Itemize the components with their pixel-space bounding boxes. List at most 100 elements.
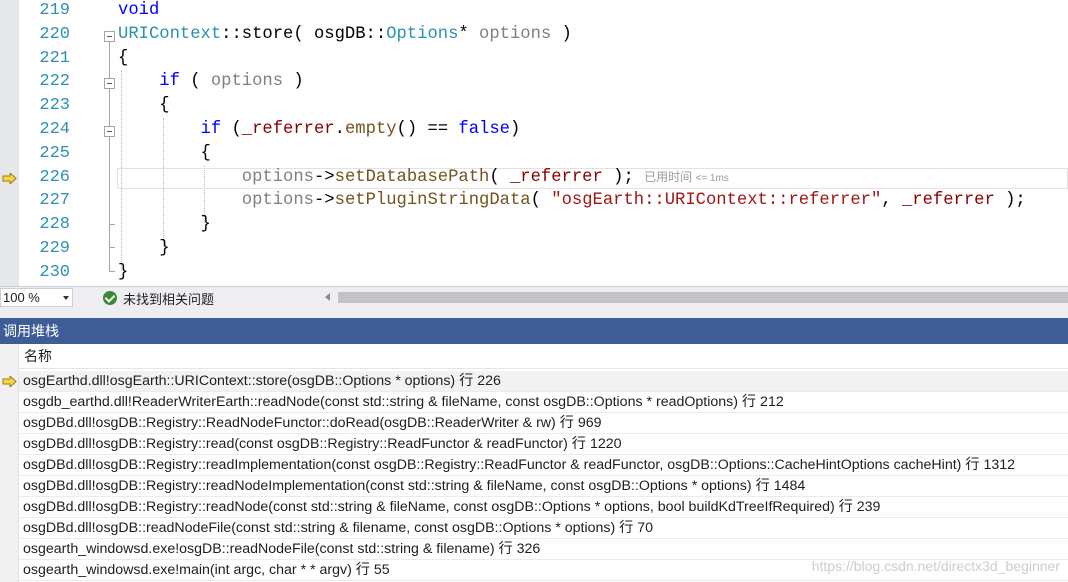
code-token: * [458, 24, 480, 44]
code-line[interactable]: 220 URIContext::store( osgDB::Options* op… [0, 24, 1068, 48]
code-token: () == [396, 120, 459, 139]
line-number: 222 [39, 72, 70, 92]
code-token: { [118, 96, 170, 116]
code-line[interactable]: 223 { [0, 95, 1068, 119]
code-line[interactable]: 226 options->setDatabasePath( _referrer … [0, 167, 1068, 191]
code-token: ) [283, 72, 304, 92]
panel-splitter[interactable] [0, 308, 1068, 318]
call-stack-frame-name: osgearth_windowsd.exe!osgDB::readNodeFil… [19, 539, 1068, 560]
code-text[interactable]: if ( options ) [118, 72, 304, 92]
collapse-icon[interactable] [104, 126, 115, 137]
code-text[interactable]: void [118, 1, 159, 20]
code-token: _referrer [241, 120, 335, 139]
line-number: 225 [39, 143, 70, 163]
code-token: ) [510, 120, 521, 139]
call-stack-row[interactable]: osgDBd.dll!osgDB::Registry::ReadNodeFunc… [0, 413, 1068, 434]
code-text[interactable]: URIContext::store( osgDB::Options* optio… [118, 25, 572, 44]
code-line[interactable]: 230} [0, 262, 1068, 286]
call-stack-frame-name: osgDBd.dll!osgDB::Registry::read(const o… [19, 434, 1068, 455]
code-line[interactable]: 221 { [0, 48, 1068, 72]
code-line[interactable]: 227 options->setPluginStringData( "osgEa… [0, 190, 1068, 214]
call-stack-frame-name: osgDBd.dll!osgDB::Registry::readImplemen… [19, 455, 1068, 476]
collapse-icon[interactable] [104, 78, 115, 90]
code-text[interactable]: if (_referrer.empty() == false) [118, 120, 521, 139]
editor-status-bar: 100 % 未找到相关问题 [0, 286, 1068, 308]
code-token: if [159, 72, 180, 92]
code-text[interactable]: { [118, 96, 170, 116]
collapse-icon[interactable] [104, 30, 115, 42]
code-text[interactable]: { [118, 49, 128, 68]
check-circle-icon [103, 291, 117, 305]
code-token: options [479, 24, 552, 44]
code-token: } [118, 262, 129, 282]
column-header-name[interactable]: 名称 [19, 344, 1068, 369]
code-line[interactable]: 229 } [0, 238, 1068, 262]
code-line[interactable]: 219 void [0, 0, 1068, 24]
code-token: , [881, 191, 902, 211]
code-token: } [118, 215, 211, 235]
code-token: . [334, 120, 345, 139]
line-number: 230 [39, 262, 70, 282]
code-text[interactable]: } [118, 263, 128, 282]
line-number: 228 [39, 215, 70, 235]
code-line[interactable]: 228 } [0, 214, 1068, 238]
code-token: setDatabasePath [334, 167, 490, 187]
code-text[interactable]: } [118, 239, 169, 258]
zoom-dropdown[interactable]: 100 % [0, 288, 73, 307]
watermark: https://blog.csdn.net/directx3d_beginner [811, 558, 1060, 574]
line-number: 226 [39, 167, 70, 187]
call-stack-title[interactable]: 调用堆栈 [0, 318, 1068, 344]
call-stack-frame-name: osgDBd.dll!osgDB::Registry::readNodeImpl… [19, 476, 1068, 497]
call-stack-grid[interactable]: 名称 osgEarthd.dll!osgEarth::URIContext::s… [0, 344, 1068, 582]
code-editor[interactable]: 219 void220 URIContext::store( osgDB::Opti… [0, 0, 1068, 286]
call-stack-frame-name: osgDBd.dll!osgDB::Registry::readNode(con… [19, 497, 1068, 518]
call-stack-frame-name: osgEarthd.dll!osgEarth::URIContext::stor… [19, 371, 1068, 392]
code-token: _referrer [509, 167, 603, 187]
line-number: 223 [39, 96, 70, 116]
perf-tip[interactable]: 已用时间 <= 1ms [644, 170, 729, 184]
call-stack-frame-name: osgDBd.dll!osgDB::readNodeFile(const std… [19, 518, 1068, 539]
code-token: setPluginStringData [334, 191, 531, 211]
code-token: ::store( osgDB:: [221, 24, 387, 44]
horizontal-scrollbar-thumb[interactable] [338, 292, 1068, 303]
perf-tip-label: 已用时间 [644, 169, 693, 184]
code-token: options [241, 191, 314, 211]
perf-tip-value: <= 1ms [695, 172, 729, 184]
code-token: "osgEarth::URIContext::referrer" [551, 191, 882, 211]
call-stack-row[interactable]: osgDBd.dll!osgDB::readNodeFile(const std… [0, 518, 1068, 539]
code-text[interactable]: options->setPluginStringData( "osgEarth:… [118, 191, 1026, 210]
code-token: options [210, 72, 284, 92]
code-line[interactable]: 222 if ( options ) [0, 71, 1068, 95]
call-stack-row[interactable]: osgDBd.dll!osgDB::Registry::read(const o… [0, 434, 1068, 455]
line-number: 229 [39, 239, 70, 258]
call-stack-frame-name: osgdb_earthd.dll!ReaderWriterEarth::read… [19, 392, 1068, 413]
zoom-value: 100 % [3, 290, 40, 305]
code-token: void [118, 1, 160, 20]
scroll-left-arrow-icon[interactable] [325, 293, 330, 301]
code-line[interactable]: 225 { [0, 143, 1068, 167]
code-text[interactable]: } [118, 215, 211, 234]
code-text[interactable]: { [118, 144, 211, 163]
code-token: ); [994, 191, 1026, 211]
code-token: ( [530, 191, 552, 211]
call-stack-row[interactable]: osgDBd.dll!osgDB::Registry::readImplemen… [0, 455, 1068, 476]
current-statement-arrow-icon [2, 173, 17, 185]
code-line[interactable]: 224 if (_referrer.empty() == false) [0, 119, 1068, 143]
line-number: 224 [39, 120, 70, 139]
chevron-down-icon [63, 296, 69, 300]
issues-indicator[interactable]: 未找到相关问题 [103, 289, 214, 307]
code-text[interactable]: options->setDatabasePath( _referrer ); 已… [118, 168, 729, 187]
code-token: URIContext [118, 24, 222, 44]
call-stack-row[interactable]: osgDBd.dll!osgDB::Registry::readNodeImpl… [0, 476, 1068, 497]
call-stack-row[interactable]: osgearth_windowsd.exe!osgDB::readNodeFil… [0, 539, 1068, 560]
line-number: 219 [39, 1, 70, 20]
line-number: 220 [39, 24, 70, 44]
call-stack-row[interactable]: osgdb_earthd.dll!ReaderWriterEarth::read… [0, 392, 1068, 413]
code-token: _referrer [901, 191, 995, 211]
call-stack-row[interactable]: osgDBd.dll!osgDB::Registry::readNode(con… [0, 497, 1068, 518]
call-stack-row[interactable]: osgEarthd.dll!osgEarth::URIContext::stor… [0, 371, 1068, 392]
code-token: ( [489, 167, 510, 187]
